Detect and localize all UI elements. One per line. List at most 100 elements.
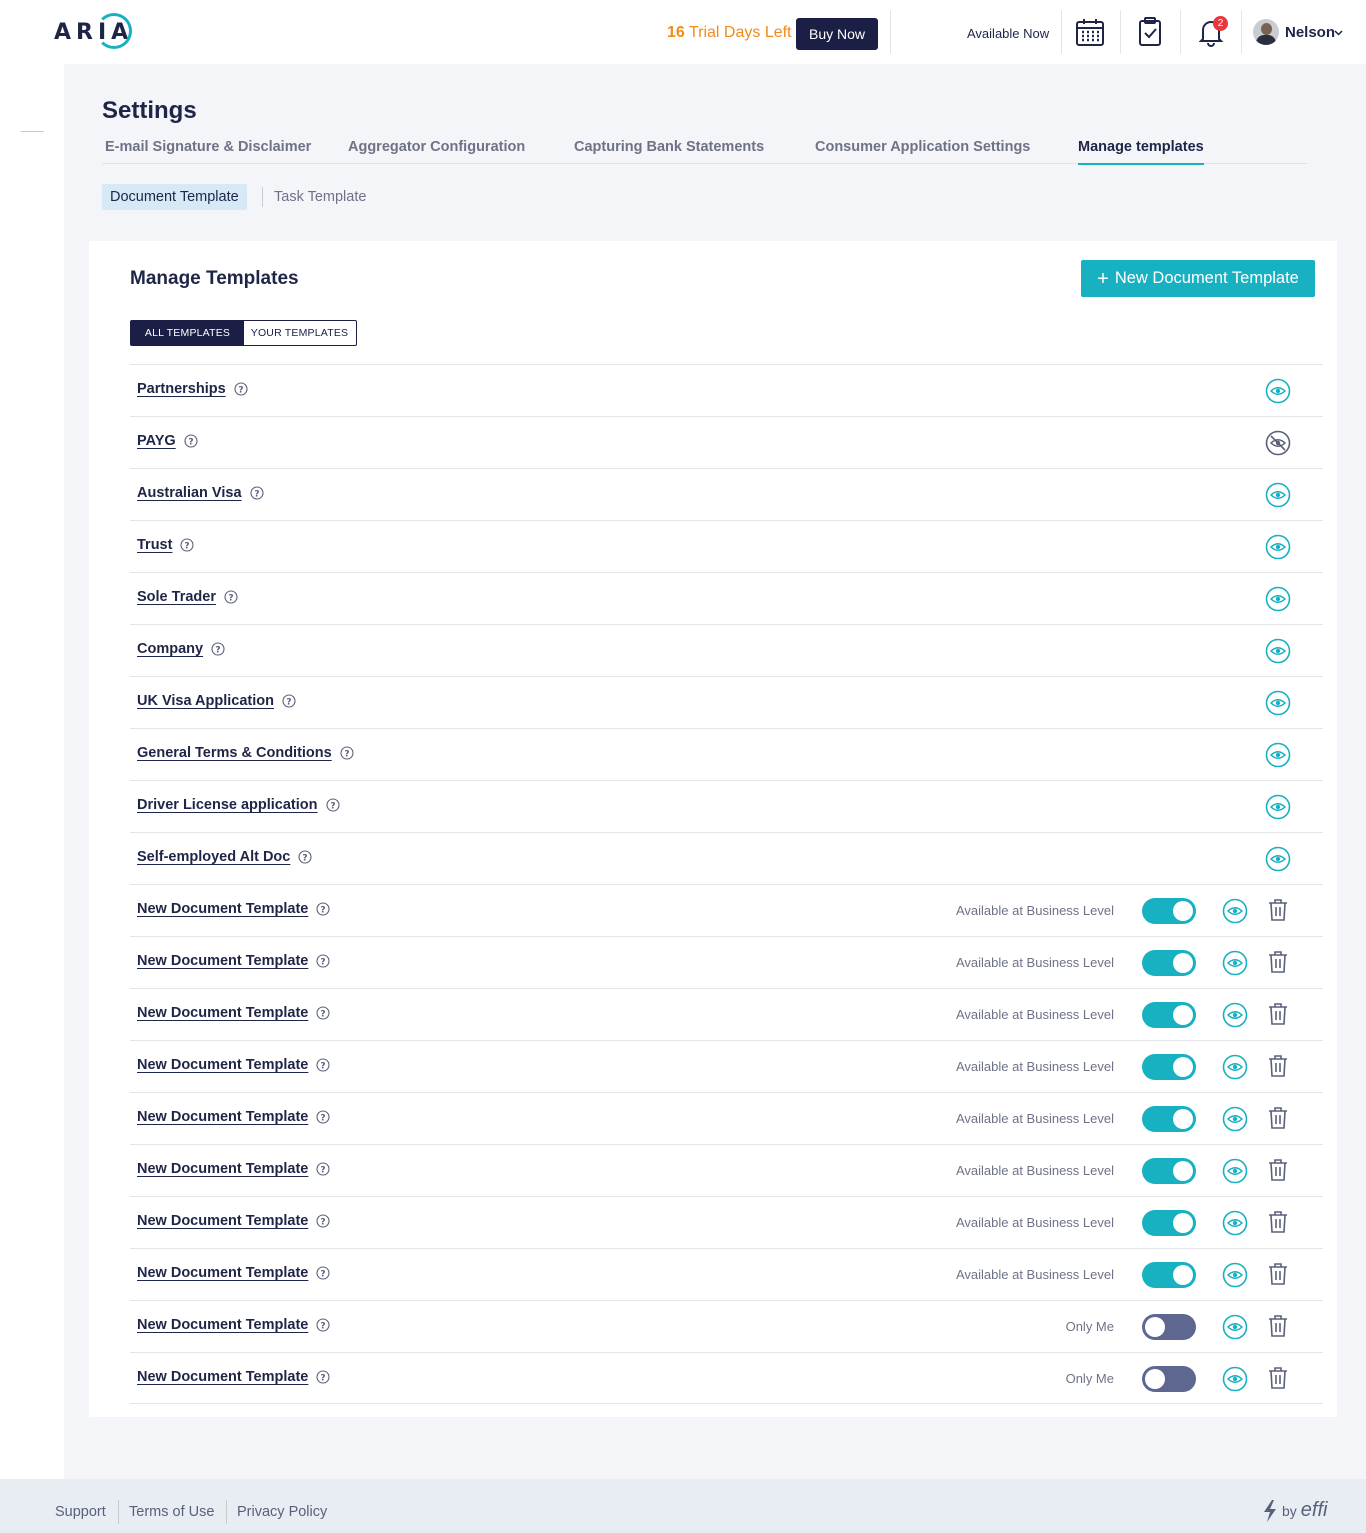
template-name-link[interactable]: Trust? xyxy=(137,537,195,553)
template-name-link[interactable]: New Document Template? xyxy=(137,1317,330,1333)
template-name-link[interactable]: Partnerships? xyxy=(137,381,248,397)
tab-capturing-bank-statements[interactable]: Capturing Bank Statements xyxy=(574,139,764,155)
help-icon[interactable]: ? xyxy=(316,1214,330,1228)
filter-all-templates[interactable]: All Templates xyxy=(131,321,244,345)
eye-icon[interactable] xyxy=(1265,378,1291,404)
avatar[interactable] xyxy=(1253,19,1279,45)
sidebar-handle[interactable] xyxy=(21,131,44,132)
trash-icon[interactable] xyxy=(1267,1002,1289,1026)
help-icon[interactable]: ? xyxy=(325,798,340,812)
eye-icon[interactable] xyxy=(1265,482,1291,508)
new-document-template-button[interactable]: + New Document Template xyxy=(1081,260,1315,297)
availability-status[interactable]: Available Now xyxy=(967,26,1049,41)
availability-toggle[interactable] xyxy=(1142,950,1196,976)
eye-icon[interactable] xyxy=(1265,690,1291,716)
template-name-link[interactable]: Driver License application? xyxy=(137,797,340,813)
availability-toggle[interactable] xyxy=(1142,1002,1196,1028)
eye-icon[interactable] xyxy=(1265,534,1291,560)
filter-your-templates[interactable]: Your Templates xyxy=(244,321,355,345)
help-icon[interactable]: ? xyxy=(180,538,195,552)
template-name-link[interactable]: Sole Trader? xyxy=(137,589,238,605)
tab-manage-templates[interactable]: Manage templates xyxy=(1078,139,1204,165)
tab-consumer-application-settings[interactable]: Consumer Application Settings xyxy=(815,139,1030,155)
help-icon[interactable]: ? xyxy=(282,694,296,708)
help-icon[interactable]: ? xyxy=(234,382,248,396)
availability-toggle[interactable] xyxy=(1142,898,1196,924)
availability-toggle[interactable] xyxy=(1142,1158,1196,1184)
availability-toggle[interactable] xyxy=(1142,1106,1196,1132)
help-icon[interactable]: ? xyxy=(316,902,330,916)
template-name-link[interactable]: UK Visa Application? xyxy=(137,693,296,709)
tab-email-signature[interactable]: E-mail Signature & Disclaimer xyxy=(105,139,311,155)
subtab-document-template[interactable]: Document Template xyxy=(102,184,247,210)
template-name-link[interactable]: New Document Template? xyxy=(137,1005,330,1021)
template-name-link[interactable]: New Document Template? xyxy=(137,1161,330,1177)
trash-icon[interactable] xyxy=(1267,1262,1289,1286)
eye-icon[interactable] xyxy=(1222,1054,1248,1080)
trash-icon[interactable] xyxy=(1267,1314,1289,1338)
eye-icon[interactable] xyxy=(1265,586,1291,612)
template-name-link[interactable]: New Document Template? xyxy=(137,1213,330,1229)
help-icon[interactable]: ? xyxy=(340,746,354,760)
help-icon[interactable]: ? xyxy=(249,486,264,500)
user-name[interactable]: Nelson xyxy=(1285,24,1335,41)
template-name-link[interactable]: New Document Template? xyxy=(137,953,330,969)
calendar-icon[interactable] xyxy=(1074,16,1106,48)
trash-icon[interactable] xyxy=(1267,898,1289,922)
tab-aggregator-configuration[interactable]: Aggregator Configuration xyxy=(348,139,525,155)
help-icon[interactable]: ? xyxy=(184,434,198,448)
eye-icon[interactable] xyxy=(1222,950,1248,976)
buy-now-button[interactable]: Buy Now xyxy=(796,18,878,50)
template-name-link[interactable]: New Document Template? xyxy=(137,1109,330,1125)
template-name-link[interactable]: New Document Template? xyxy=(137,1265,330,1281)
aria-logo[interactable]: ARIA xyxy=(54,12,133,52)
eye-icon[interactable] xyxy=(1222,1262,1248,1288)
footer-support-link[interactable]: Support xyxy=(55,1504,106,1520)
help-icon[interactable]: ? xyxy=(316,1058,330,1072)
help-icon[interactable]: ? xyxy=(316,1006,330,1020)
template-name-link[interactable]: PAYG? xyxy=(137,433,198,449)
eye-icon[interactable] xyxy=(1265,794,1291,820)
eye-icon[interactable] xyxy=(1222,1158,1248,1184)
eye-icon[interactable] xyxy=(1222,1210,1248,1236)
footer-privacy-link[interactable]: Privacy Policy xyxy=(237,1504,327,1520)
availability-toggle[interactable] xyxy=(1142,1262,1196,1288)
eye-icon[interactable] xyxy=(1265,846,1291,872)
availability-toggle[interactable] xyxy=(1142,1366,1196,1392)
eye-icon[interactable] xyxy=(1222,898,1248,924)
help-icon[interactable]: ? xyxy=(316,1318,330,1332)
trash-icon[interactable] xyxy=(1267,1054,1289,1078)
help-icon[interactable]: ? xyxy=(316,954,330,968)
template-name-link[interactable]: New Document Template? xyxy=(137,1369,330,1385)
template-name-link[interactable]: New Document Template? xyxy=(137,901,330,917)
availability-toggle[interactable] xyxy=(1142,1210,1196,1236)
template-name-link[interactable]: New Document Template? xyxy=(137,1057,330,1073)
task-clipboard-icon[interactable] xyxy=(1134,16,1166,48)
trash-icon[interactable] xyxy=(1267,1366,1289,1390)
eye-off-icon[interactable] xyxy=(1265,430,1291,456)
template-name-link[interactable]: Company? xyxy=(137,641,225,657)
availability-toggle[interactable] xyxy=(1142,1054,1196,1080)
eye-icon[interactable] xyxy=(1222,1106,1248,1132)
trash-icon[interactable] xyxy=(1267,1210,1289,1234)
eye-icon[interactable] xyxy=(1222,1002,1248,1028)
help-icon[interactable]: ? xyxy=(224,590,238,604)
help-icon[interactable]: ? xyxy=(316,1266,330,1280)
effi-brand[interactable]: by effi xyxy=(1262,1499,1327,1522)
help-icon[interactable]: ? xyxy=(298,850,312,864)
trash-icon[interactable] xyxy=(1267,1106,1289,1130)
template-name-link[interactable]: Self-employed Alt Doc? xyxy=(137,849,312,865)
help-icon[interactable]: ? xyxy=(316,1162,330,1176)
eye-icon[interactable] xyxy=(1265,742,1291,768)
availability-toggle[interactable] xyxy=(1142,1314,1196,1340)
template-name-link[interactable]: Australian Visa? xyxy=(137,485,264,501)
help-icon[interactable]: ? xyxy=(316,1110,330,1124)
footer-terms-link[interactable]: Terms of Use xyxy=(129,1504,214,1520)
help-icon[interactable]: ? xyxy=(316,1370,330,1384)
help-icon[interactable]: ? xyxy=(211,642,225,656)
trash-icon[interactable] xyxy=(1267,1158,1289,1182)
eye-icon[interactable] xyxy=(1265,638,1291,664)
trash-icon[interactable] xyxy=(1267,950,1289,974)
eye-icon[interactable] xyxy=(1222,1366,1248,1392)
subtab-task-template[interactable]: Task Template xyxy=(274,189,366,205)
